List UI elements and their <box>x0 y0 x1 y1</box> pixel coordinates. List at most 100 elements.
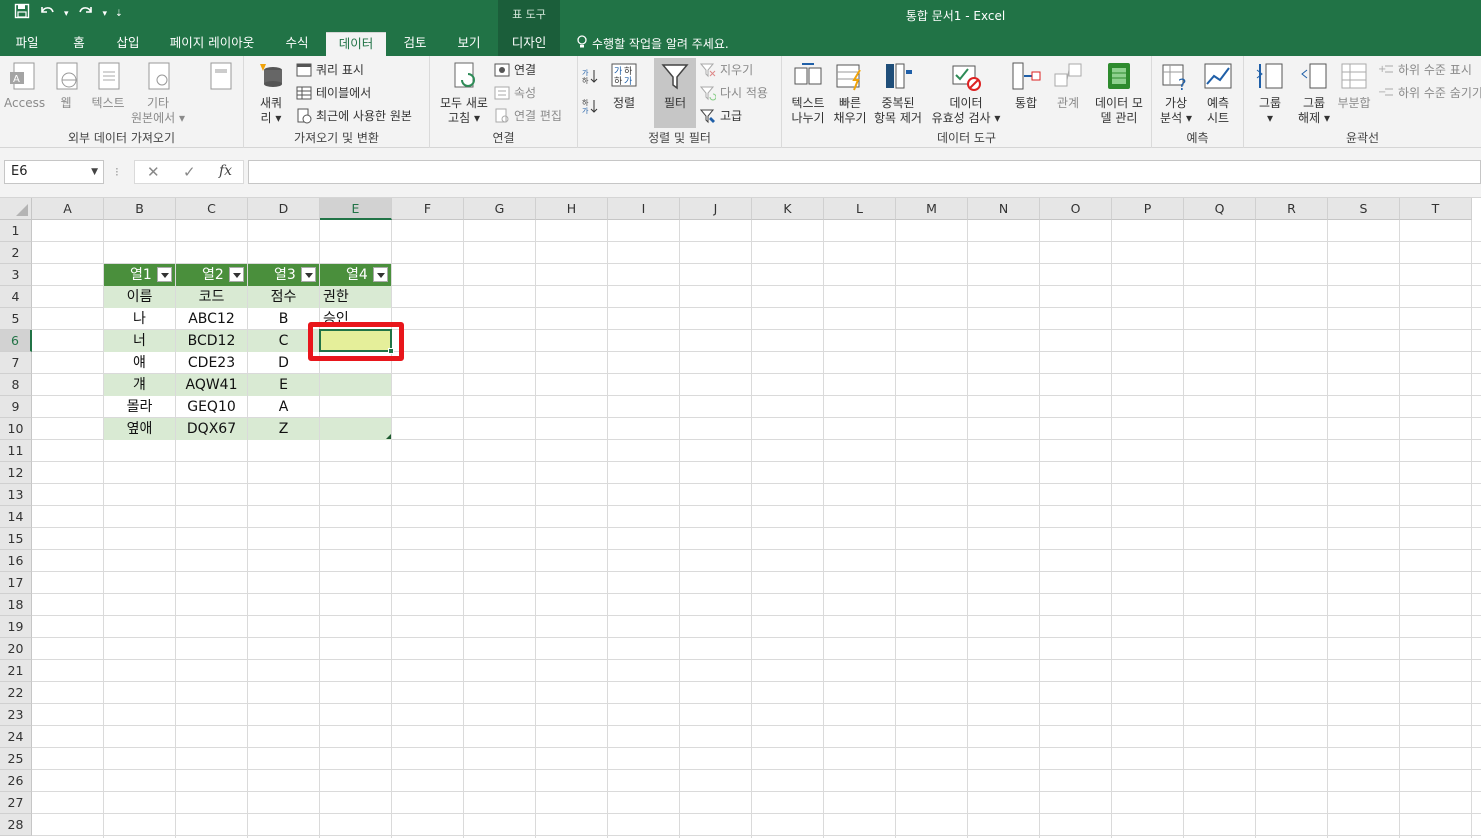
properties-button[interactable]: 속성 <box>494 83 536 103</box>
new-query-button[interactable]: 새쿼 리 ▾ <box>252 60 290 126</box>
clear-filter-button[interactable]: 지우기 <box>700 60 753 80</box>
tab-page-layout[interactable]: 페이지 레이아웃 <box>160 32 264 56</box>
row-header-16[interactable]: 16 <box>0 550 32 572</box>
tab-view[interactable]: 보기 <box>448 32 490 56</box>
table-cell[interactable]: 걔 <box>104 374 175 396</box>
column-header-l[interactable]: L <box>824 198 896 220</box>
table-cell[interactable]: ABC12 <box>176 308 247 330</box>
consolidate-button[interactable]: 통합 <box>1006 60 1046 111</box>
tab-insert[interactable]: 삽입 <box>108 32 148 56</box>
cancel-icon[interactable]: ✕ <box>147 163 160 181</box>
from-table-button[interactable]: 테이블에서 <box>296 83 371 103</box>
column-header-j[interactable]: J <box>680 198 752 220</box>
column-header-d[interactable]: D <box>248 198 320 220</box>
row-header-11[interactable]: 11 <box>0 440 32 462</box>
filter-dropdown-icon[interactable] <box>229 267 244 282</box>
what-if-analysis-button[interactable]: ? 가상 분석 ▾ <box>1156 60 1196 126</box>
manage-data-model-button[interactable]: 데이터 모 델 관리 <box>1088 60 1150 126</box>
column-header-e[interactable]: E <box>320 198 392 220</box>
row-header-23[interactable]: 23 <box>0 704 32 726</box>
reapply-button[interactable]: 다시 적용 <box>700 83 768 103</box>
row-header-20[interactable]: 20 <box>0 638 32 660</box>
filter-dropdown-icon[interactable] <box>373 267 388 282</box>
table-cell[interactable]: 몰라 <box>104 396 175 418</box>
name-box-dropdown-icon[interactable]: ▼ <box>91 161 98 183</box>
sort-button[interactable]: 가하하가 정렬 <box>604 60 644 111</box>
table-cell[interactable]: 코드 <box>176 286 247 308</box>
sort-ascending-button[interactable]: 가하 <box>582 66 598 86</box>
tab-formulas[interactable]: 수식 <box>276 32 318 56</box>
flash-fill-button[interactable]: 빠른 채우기 <box>830 60 870 126</box>
remove-duplicates-button[interactable]: 중복된 항목 제거 <box>870 60 926 126</box>
refresh-all-button[interactable]: 모두 새로 고침 ▾ <box>434 60 494 126</box>
row-header-14[interactable]: 14 <box>0 506 32 528</box>
insert-function-icon[interactable]: fx <box>219 163 232 179</box>
column-header-f[interactable]: F <box>392 198 464 220</box>
from-other-sources-button[interactable]: 기타 원본에서 ▾ <box>128 60 188 126</box>
redo-dropdown-icon[interactable]: ▾ <box>103 3 108 25</box>
row-header-4[interactable]: 4 <box>0 286 32 308</box>
table-cell[interactable]: 옆애 <box>104 418 175 440</box>
table-cell[interactable] <box>320 418 391 440</box>
row-header-21[interactable]: 21 <box>0 660 32 682</box>
ungroup-button[interactable]: 그룹 해제 ▾ <box>1292 60 1336 126</box>
redo-icon[interactable] <box>77 3 95 25</box>
column-header-q[interactable]: Q <box>1184 198 1256 220</box>
row-header-24[interactable]: 24 <box>0 726 32 748</box>
row-header-7[interactable]: 7 <box>0 352 32 374</box>
row-header-1[interactable]: 1 <box>0 220 32 242</box>
row-header-10[interactable]: 10 <box>0 418 32 440</box>
from-access-button[interactable]: A Access <box>4 60 45 111</box>
row-header-13[interactable]: 13 <box>0 484 32 506</box>
subtotal-button[interactable]: 부분합 <box>1334 60 1374 111</box>
from-web-button[interactable]: 웹 <box>48 60 84 111</box>
row-header-5[interactable]: 5 <box>0 308 32 330</box>
table-cell[interactable]: AQW41 <box>176 374 247 396</box>
column-header-g[interactable]: G <box>464 198 536 220</box>
edit-links-button[interactable]: 연결 편집 <box>494 106 562 126</box>
row-header-18[interactable]: 18 <box>0 594 32 616</box>
table-header-cell[interactable]: 열3 <box>248 264 319 286</box>
enter-icon[interactable]: ✓ <box>183 163 196 181</box>
row-header-22[interactable]: 22 <box>0 682 32 704</box>
table-cell[interactable]: DQX67 <box>176 418 247 440</box>
column-header-m[interactable]: M <box>896 198 968 220</box>
table-cell[interactable]: BCD12 <box>176 330 247 352</box>
group-button[interactable]: 그룹 ▾ <box>1248 60 1292 126</box>
table-resize-handle[interactable] <box>386 434 391 439</box>
advanced-filter-button[interactable]: 고급 <box>700 106 742 126</box>
save-icon[interactable] <box>14 3 30 25</box>
table-cell[interactable]: 이름 <box>104 286 175 308</box>
table-cell[interactable]: 권한 <box>320 286 391 308</box>
row-header-12[interactable]: 12 <box>0 462 32 484</box>
row-header-8[interactable]: 8 <box>0 374 32 396</box>
column-header-k[interactable]: K <box>752 198 824 220</box>
table-cell[interactable] <box>320 396 391 418</box>
text-to-columns-button[interactable]: 텍스트 나누기 <box>786 60 830 126</box>
column-header-b[interactable]: B <box>104 198 176 220</box>
table-cell[interactable]: GEQ10 <box>176 396 247 418</box>
column-header-i[interactable]: I <box>608 198 680 220</box>
row-header-27[interactable]: 27 <box>0 792 32 814</box>
formula-input[interactable] <box>248 160 1481 184</box>
tab-data[interactable]: 데이터 <box>326 32 386 56</box>
table-cell[interactable]: A <box>248 396 319 418</box>
tab-review[interactable]: 검토 <box>394 32 436 56</box>
row-header-17[interactable]: 17 <box>0 572 32 594</box>
table-cell[interactable]: E <box>248 374 319 396</box>
data-validation-button[interactable]: 데이터 유효성 검사 ▾ <box>928 60 1004 126</box>
row-header-19[interactable]: 19 <box>0 616 32 638</box>
table-cell[interactable]: 너 <box>104 330 175 352</box>
row-header-3[interactable]: 3 <box>0 264 32 286</box>
hide-detail-button[interactable]: − 하위 수준 숨기기 <box>1378 83 1481 103</box>
row-header-25[interactable]: 25 <box>0 748 32 770</box>
column-header-h[interactable]: H <box>536 198 608 220</box>
table-header-cell[interactable]: 열2 <box>176 264 247 286</box>
filter-button[interactable]: 필터 <box>654 58 696 128</box>
tab-file[interactable]: 파일 <box>8 32 46 56</box>
column-header-o[interactable]: O <box>1040 198 1112 220</box>
column-header-c[interactable]: C <box>176 198 248 220</box>
undo-dropdown-icon[interactable]: ▾ <box>64 3 69 25</box>
undo-icon[interactable] <box>38 3 56 25</box>
tab-design[interactable]: 디자인 <box>498 32 560 56</box>
